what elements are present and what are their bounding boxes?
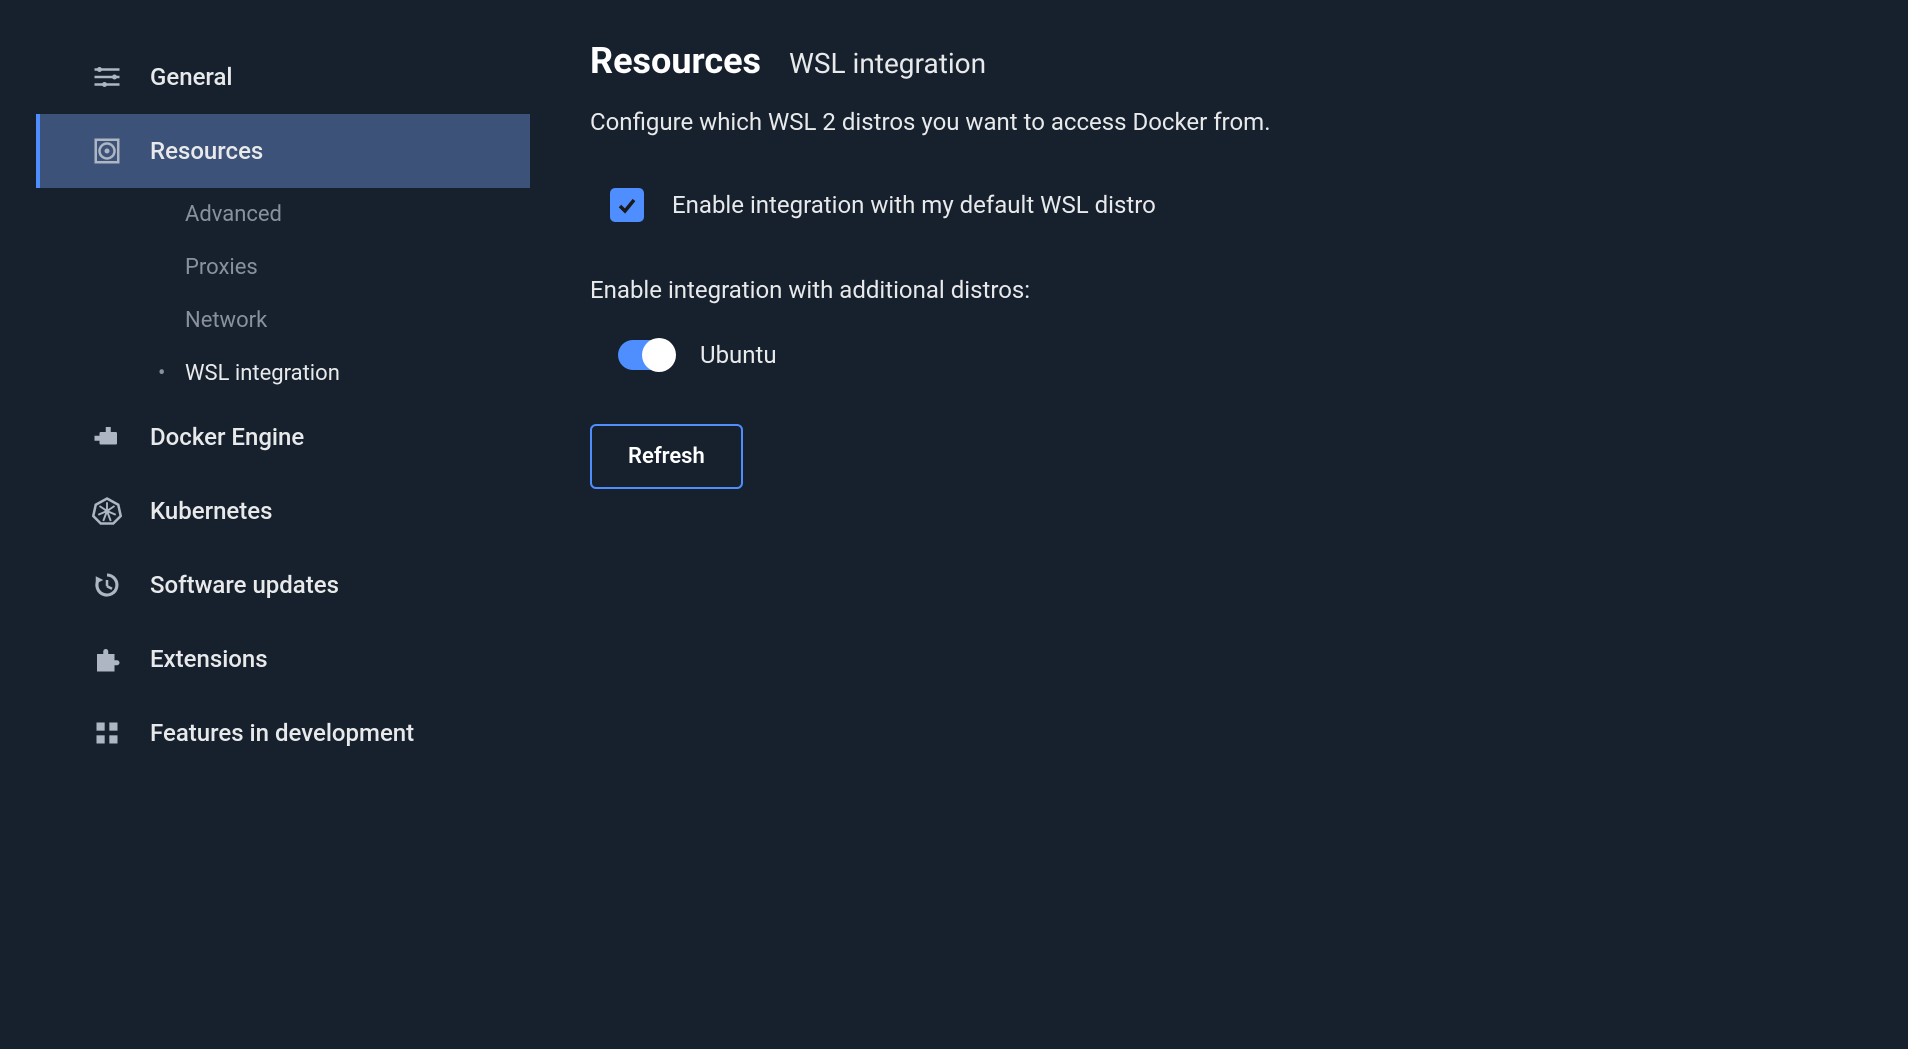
sidebar-subitem-label: Proxies: [185, 255, 258, 280]
sidebar-subitem-wsl-integration[interactable]: WSL integration: [40, 347, 530, 400]
sidebar: General Resources Advanced Proxies Netwo…: [0, 0, 530, 1049]
sidebar-item-label: Resources: [150, 137, 263, 165]
sidebar-subitem-label: Advanced: [185, 202, 282, 227]
default-distro-checkbox-label: Enable integration with my default WSL d…: [672, 191, 1156, 219]
check-icon: [615, 193, 639, 217]
distro-toggle-ubuntu[interactable]: [618, 340, 674, 370]
main-content: Resources WSL integration Configure whic…: [530, 0, 1908, 1049]
history-icon: [90, 568, 124, 602]
page-header: Resources WSL integration: [590, 40, 1848, 82]
sidebar-item-label: General: [150, 63, 233, 91]
grid-icon: [90, 716, 124, 750]
sidebar-item-label: Extensions: [150, 645, 268, 673]
kubernetes-icon: [90, 494, 124, 528]
page-subtitle: WSL integration: [789, 47, 986, 80]
additional-distros-label: Enable integration with additional distr…: [590, 276, 1848, 304]
sidebar-item-label: Software updates: [150, 571, 339, 599]
sidebar-item-kubernetes[interactable]: Kubernetes: [36, 474, 530, 548]
sidebar-item-label: Docker Engine: [150, 423, 304, 451]
sidebar-item-label: Features in development: [150, 719, 414, 747]
sidebar-subitem-advanced[interactable]: Advanced: [40, 188, 530, 241]
sidebar-subitem-proxies[interactable]: Proxies: [40, 241, 530, 294]
sliders-icon: [90, 60, 124, 94]
sidebar-subitem-label: WSL integration: [185, 361, 340, 386]
page-title: Resources: [590, 40, 761, 82]
disc-icon: [90, 134, 124, 168]
refresh-button[interactable]: Refresh: [590, 424, 743, 489]
sidebar-item-general[interactable]: General: [36, 40, 530, 114]
sidebar-item-resources[interactable]: Resources: [36, 114, 530, 188]
sidebar-item-extensions[interactable]: Extensions: [36, 622, 530, 696]
sidebar-item-docker-engine[interactable]: Docker Engine: [36, 400, 530, 474]
puzzle-icon: [90, 642, 124, 676]
distro-toggle-row: Ubuntu: [590, 340, 1848, 370]
sidebar-subitem-label: Network: [185, 308, 267, 333]
default-distro-checkbox-row: Enable integration with my default WSL d…: [590, 188, 1848, 222]
page-description: Configure which WSL 2 distros you want t…: [590, 108, 1848, 136]
toggle-knob: [642, 338, 676, 372]
engine-icon: [90, 420, 124, 454]
sidebar-item-features-dev[interactable]: Features in development: [36, 696, 530, 770]
distro-toggle-label: Ubuntu: [700, 341, 777, 369]
sidebar-subitem-network[interactable]: Network: [40, 294, 530, 347]
sidebar-item-software-updates[interactable]: Software updates: [36, 548, 530, 622]
default-distro-checkbox[interactable]: [610, 188, 644, 222]
sidebar-item-label: Kubernetes: [150, 497, 272, 525]
